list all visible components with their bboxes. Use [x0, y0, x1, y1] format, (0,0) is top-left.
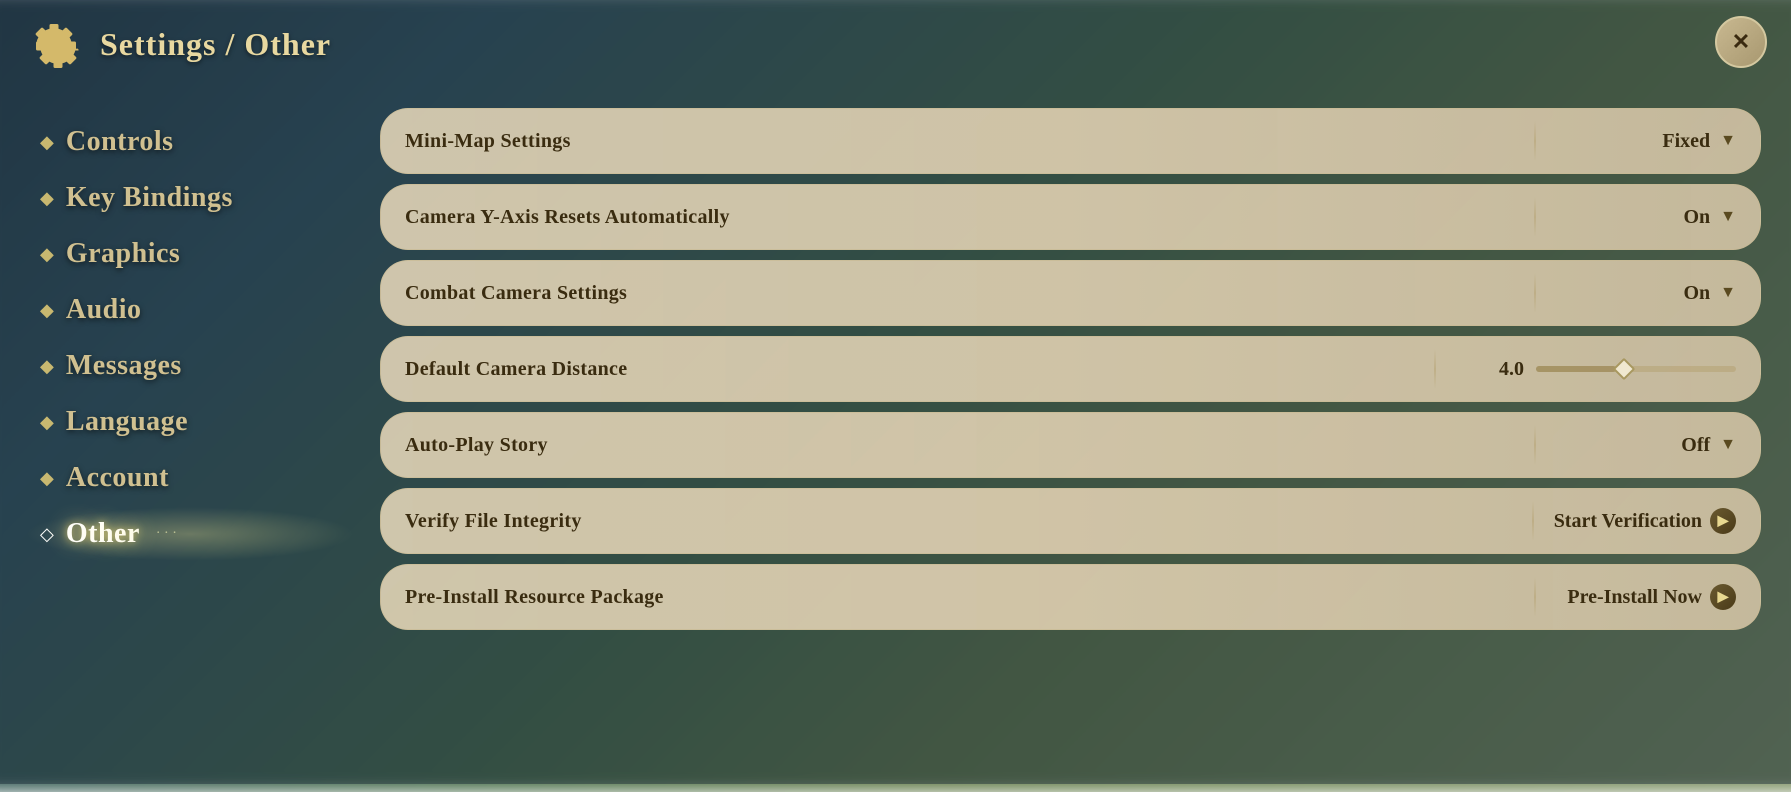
sidebar-item-key-bindings[interactable]: ◆ Key Bindings — [30, 174, 350, 222]
sidebar-label: Account — [66, 462, 169, 494]
setting-value: Start Verification ▶ — [1554, 508, 1736, 534]
slider-container: 4.0 — [1456, 358, 1736, 381]
setting-label: Auto-Play Story — [405, 434, 1514, 457]
slider-track[interactable] — [1536, 366, 1736, 372]
value-text: Off — [1681, 434, 1710, 457]
bullet-icon: ◆ — [40, 244, 54, 265]
setting-pre-install: Pre-Install Resource Package Pre-Install… — [380, 564, 1761, 630]
dropdown-arrow-icon[interactable]: ▼ — [1720, 284, 1736, 302]
setting-label: Camera Y-Axis Resets Automatically — [405, 206, 1514, 229]
setting-label: Verify File Integrity — [405, 510, 1512, 533]
bullet-icon: ◇ — [40, 524, 54, 545]
slider-value: 4.0 — [1489, 358, 1524, 381]
value-text: On — [1683, 206, 1710, 229]
bullet-icon: ◆ — [40, 468, 54, 489]
action-arrow-icon: ▶ — [1710, 508, 1736, 534]
dropdown-arrow-icon[interactable]: ▼ — [1720, 436, 1736, 454]
bullet-icon: ◆ — [40, 188, 54, 209]
divider — [1534, 425, 1536, 465]
sidebar-label: Graphics — [66, 238, 180, 270]
slider-thumb[interactable] — [1613, 358, 1636, 381]
dropdown-arrow-icon[interactable]: ▼ — [1720, 208, 1736, 226]
start-verification-button[interactable]: Start Verification ▶ — [1554, 508, 1736, 534]
divider — [1534, 273, 1536, 313]
setting-verify: Verify File Integrity Start Verification… — [380, 488, 1761, 554]
sidebar-item-account[interactable]: ◆ Account — [30, 454, 350, 502]
sidebar-item-language[interactable]: ◆ Language — [30, 398, 350, 446]
sidebar-item-graphics[interactable]: ◆ Graphics — [30, 230, 350, 278]
gear-icon — [30, 18, 82, 70]
dropdown-arrow-icon[interactable]: ▼ — [1720, 132, 1736, 150]
sidebar-label: Other — [66, 518, 140, 550]
sidebar-label: Messages — [66, 350, 182, 382]
setting-mini-map: Mini-Map Settings Fixed ▼ — [380, 108, 1761, 174]
setting-label: Default Camera Distance — [405, 358, 1414, 381]
slider-fill — [1536, 366, 1616, 372]
action-arrow-icon: ▶ — [1710, 584, 1736, 610]
setting-combat-camera: Combat Camera Settings On ▼ — [380, 260, 1761, 326]
divider — [1534, 121, 1536, 161]
divider — [1434, 349, 1436, 389]
settings-content: Mini-Map Settings Fixed ▼ Camera Y-Axis … — [380, 98, 1761, 754]
setting-value: On ▼ — [1556, 206, 1736, 229]
sidebar-item-audio[interactable]: ◆ Audio — [30, 286, 350, 334]
sidebar-item-other[interactable]: ◇ Other · · · — [30, 510, 350, 558]
action-text: Start Verification — [1554, 510, 1702, 533]
setting-value: On ▼ — [1556, 282, 1736, 305]
pre-install-button[interactable]: Pre-Install Now ▶ — [1567, 584, 1736, 610]
setting-camera-distance: Default Camera Distance 4.0 — [380, 336, 1761, 402]
sidebar-label: Language — [66, 406, 188, 438]
value-text: Fixed — [1662, 130, 1710, 153]
setting-auto-play: Auto-Play Story Off ▼ — [380, 412, 1761, 478]
sidebar-label: Controls — [66, 126, 174, 158]
header-title: Settings / Other — [100, 26, 331, 63]
bullet-icon: ◆ — [40, 132, 54, 153]
sidebar: ◆ Controls ◆ Key Bindings ◆ Graphics ◆ A… — [30, 98, 350, 754]
setting-value: Off ▼ — [1556, 434, 1736, 457]
bullet-icon: ◆ — [40, 356, 54, 377]
setting-label: Mini-Map Settings — [405, 130, 1514, 153]
setting-label: Pre-Install Resource Package — [405, 586, 1514, 609]
setting-value: Fixed ▼ — [1556, 130, 1736, 153]
value-text: On — [1683, 282, 1710, 305]
divider — [1534, 577, 1536, 617]
divider — [1534, 197, 1536, 237]
setting-value: Pre-Install Now ▶ — [1556, 584, 1736, 610]
sidebar-label: Key Bindings — [66, 182, 233, 214]
action-text: Pre-Install Now — [1567, 586, 1702, 609]
close-button[interactable]: ✕ — [1715, 16, 1767, 68]
setting-camera-y-axis: Camera Y-Axis Resets Automatically On ▼ — [380, 184, 1761, 250]
sidebar-label: Audio — [66, 294, 142, 326]
bullet-icon: ◆ — [40, 412, 54, 433]
bullet-icon: ◆ — [40, 300, 54, 321]
sidebar-item-controls[interactable]: ◆ Controls — [30, 118, 350, 166]
setting-label: Combat Camera Settings — [405, 282, 1514, 305]
sidebar-item-messages[interactable]: ◆ Messages — [30, 342, 350, 390]
divider — [1532, 501, 1534, 541]
